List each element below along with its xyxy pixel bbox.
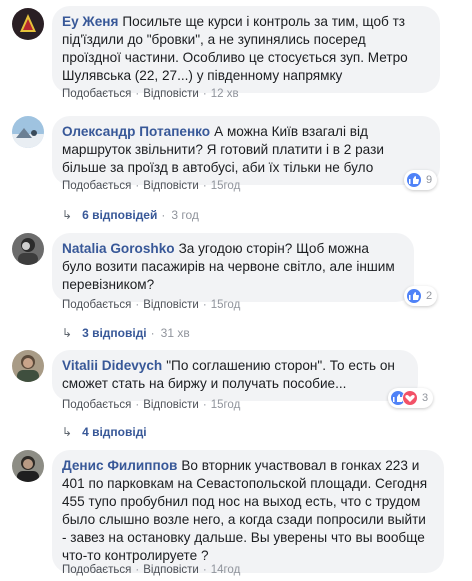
comment-bubble: Natalia Goroshko За угодою сторін? Щоб мо… <box>52 233 414 302</box>
avatar[interactable] <box>12 350 44 382</box>
separator: · <box>135 299 140 311</box>
reaction-summary[interactable]: 9 <box>404 170 438 190</box>
avatar[interactable] <box>12 8 44 40</box>
replies-count[interactable]: 6 відповідей <box>82 208 157 222</box>
comment-author[interactable]: Денис Филиппов <box>62 458 177 473</box>
separator: · <box>135 564 140 576</box>
avatar[interactable] <box>12 233 44 265</box>
comment-actions: Подобається · Відповісти · 15год <box>62 399 240 411</box>
reply-link[interactable]: Відповісти <box>143 88 199 100</box>
replies-count[interactable]: 4 відповіді <box>82 425 147 439</box>
comment-time[interactable]: 15год <box>211 180 241 192</box>
separator: · <box>150 326 155 340</box>
comment-actions: Подобається · Відповісти · 15год <box>62 180 240 192</box>
comment-time[interactable]: 15год <box>211 299 241 311</box>
reaction-count: 3 <box>422 392 429 404</box>
reply-link[interactable]: Відповісти <box>143 399 199 411</box>
reaction-summary[interactable]: 2 <box>404 286 438 306</box>
reply-link[interactable]: Відповісти <box>143 564 199 576</box>
reply-link[interactable]: Відповісти <box>143 299 199 311</box>
separator: · <box>135 180 140 192</box>
separator: · <box>202 88 207 100</box>
like-link[interactable]: Подобається <box>62 399 131 411</box>
reply-arrow-icon: ↳ <box>62 425 73 439</box>
reaction-count: 2 <box>426 290 433 302</box>
comment-actions: Подобається · Відповісти · 12 хв <box>62 88 239 100</box>
like-reaction-icon <box>406 288 422 304</box>
comment-time[interactable]: 12 хв <box>211 88 239 100</box>
view-replies-link[interactable]: ↳ 4 відповіді <box>62 425 147 439</box>
replies-count[interactable]: 3 відповіді <box>82 326 147 340</box>
view-replies-link[interactable]: ↳ 6 відповідей · 3 год <box>62 208 199 222</box>
view-replies-link[interactable]: ↳ 3 відповіді · 31 хв <box>62 326 190 340</box>
like-link[interactable]: Подобається <box>62 564 131 576</box>
like-reaction-icon <box>406 172 422 188</box>
comment-actions: Подобається · Відповісти · 15год <box>62 299 240 311</box>
comment-text: Во вторник участвовал в гонках 223 и 401… <box>62 458 428 563</box>
separator: · <box>202 299 207 311</box>
comment-bubble: Денис Филиппов Во вторник участвовал в го… <box>52 450 444 573</box>
comment-author[interactable]: Vitalii Didevych <box>62 358 162 373</box>
separator: · <box>202 180 207 192</box>
like-link[interactable]: Подобається <box>62 88 131 100</box>
comment-bubble: Еу Женя Посильте ще курси і контроль за т… <box>52 6 440 93</box>
comment-bubble: Олександр Потапенко А можна Київ взагалі … <box>52 116 440 185</box>
separator: · <box>135 88 140 100</box>
avatar[interactable] <box>12 116 44 148</box>
comment-bubble: Vitalii Didevych "По соглашению сторон". … <box>52 350 418 401</box>
separator: · <box>202 399 207 411</box>
reply-arrow-icon: ↳ <box>62 208 73 222</box>
comment-time[interactable]: 14год <box>211 564 241 576</box>
comment-time[interactable]: 15год <box>211 399 241 411</box>
comment-author[interactable]: Еу Женя <box>62 14 118 29</box>
comment-author[interactable]: Олександр Потапенко <box>62 124 210 139</box>
replies-time: 3 год <box>171 208 199 222</box>
separator: · <box>161 208 166 222</box>
love-reaction-icon <box>402 390 418 406</box>
separator: · <box>202 564 207 576</box>
avatar[interactable] <box>12 450 44 482</box>
reply-link[interactable]: Відповісти <box>143 180 199 192</box>
like-link[interactable]: Подобається <box>62 299 131 311</box>
like-link[interactable]: Подобається <box>62 180 131 192</box>
separator: · <box>135 399 140 411</box>
comment-author[interactable]: Natalia Goroshko <box>62 241 175 256</box>
comment-actions: Подобається · Відповісти · 14год <box>62 564 240 576</box>
reaction-count: 9 <box>426 174 433 186</box>
reaction-summary[interactable]: 3 <box>388 388 434 408</box>
replies-time: 31 хв <box>160 326 190 340</box>
reply-arrow-icon: ↳ <box>62 326 73 340</box>
